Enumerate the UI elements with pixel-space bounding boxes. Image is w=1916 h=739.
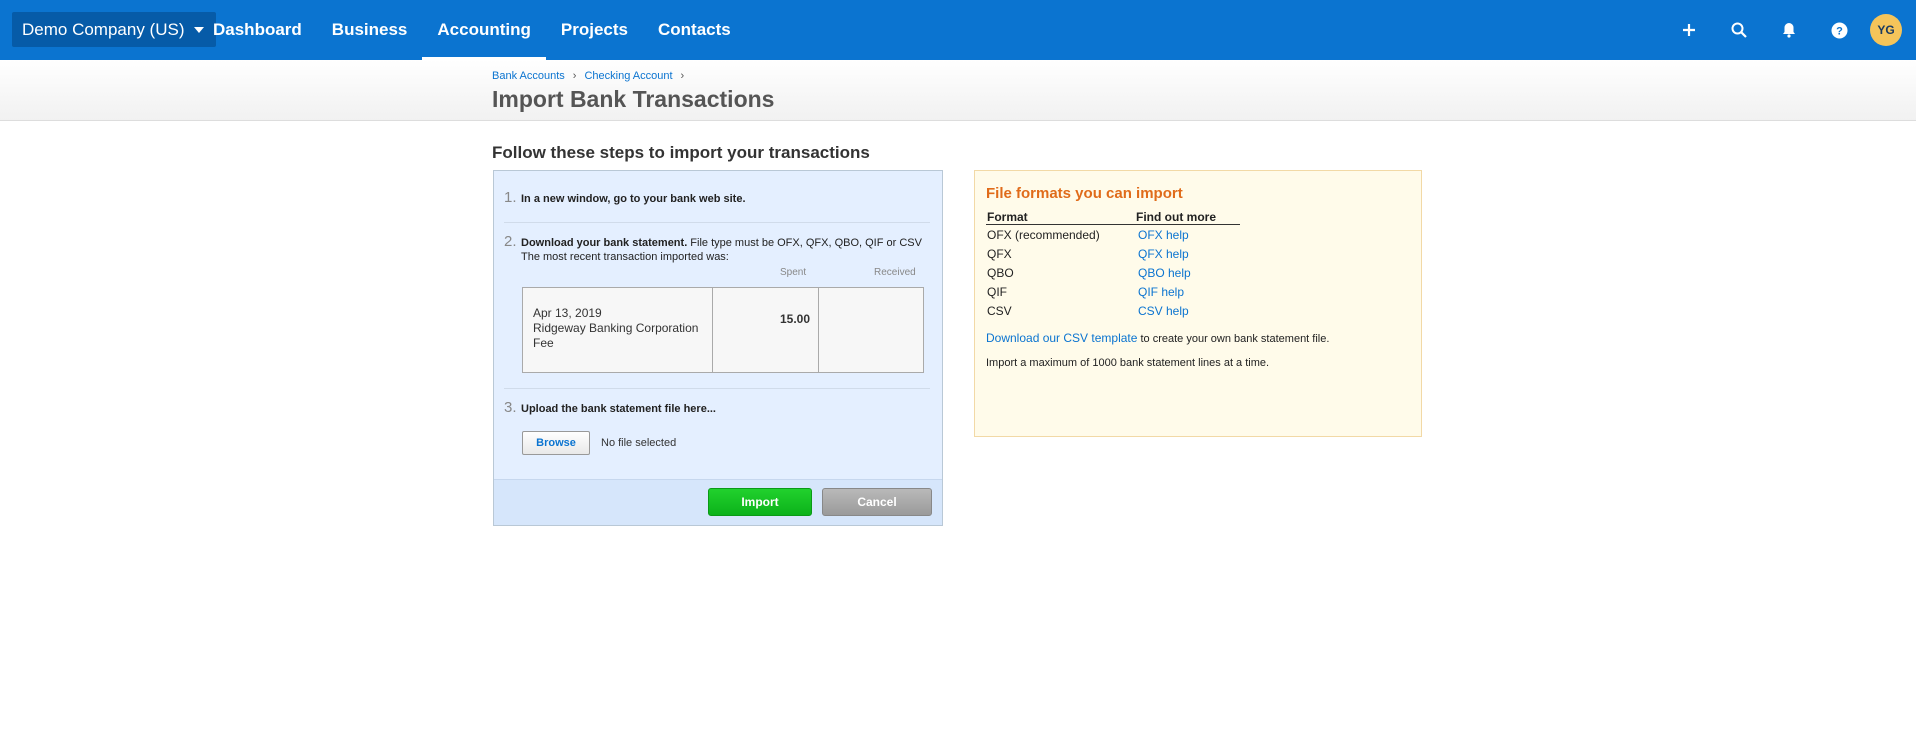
qif-help-link[interactable]: QIF help [1136, 285, 1184, 299]
qbo-help-link[interactable]: QBO help [1136, 266, 1191, 280]
steps-footer: Import Cancel [494, 479, 942, 525]
add-icon[interactable] [1664, 0, 1714, 60]
browse-button[interactable]: Browse [522, 431, 590, 455]
breadcrumb: Bank Accounts › Checking Account › [492, 70, 692, 82]
breadcrumb-separator-icon: › [572, 70, 577, 82]
step-number: 1. [504, 189, 517, 206]
csv-template-link[interactable]: Download our CSV template [986, 331, 1137, 345]
format-name: QBO [987, 265, 1014, 280]
transaction-date: Apr 13, 2019 [533, 306, 602, 320]
step-2-subtext: The most recent transaction imported was… [521, 251, 729, 263]
nav-business[interactable]: Business [317, 0, 423, 60]
file-formats-header: Format Find out more [986, 211, 1240, 225]
step-2-file-types: File type must be OFX, QFX, QBO, QIF or … [687, 237, 922, 249]
help-icon[interactable]: ? [1814, 0, 1864, 60]
format-name: QIF [987, 284, 1007, 299]
column-format-header: Format [987, 210, 1028, 224]
nav-projects[interactable]: Projects [546, 0, 643, 60]
column-spent-header: Spent [780, 267, 807, 278]
import-steps-panel: 1. In a new window, go to your bank web … [493, 170, 943, 526]
breadcrumb-bank-accounts[interactable]: Bank Accounts [492, 70, 565, 82]
transaction-description-cell: Apr 13, 2019 Ridgeway Banking Corporatio… [523, 288, 713, 372]
step-2-title: Download your bank statement. [521, 237, 688, 249]
nav-dashboard[interactable]: Dashboard [198, 0, 317, 60]
search-icon[interactable] [1714, 0, 1764, 60]
organization-switcher[interactable]: Demo Company (US) [12, 12, 216, 47]
page-header: Bank Accounts › Checking Account › Impor… [0, 60, 1916, 121]
format-name: CSV [987, 303, 1012, 318]
step-3-text: Upload the bank statement file here... [521, 403, 716, 415]
nav-contacts[interactable]: Contacts [643, 0, 746, 60]
import-limit-note: Import a maximum of 1000 bank statement … [986, 357, 1270, 369]
transaction-spent: 15.00 [713, 288, 819, 372]
transaction-received [819, 288, 923, 372]
table-row: QBO QBO help [986, 263, 1240, 282]
divider [504, 222, 930, 223]
file-formats-table: Format Find out more OFX (recommended) O… [986, 211, 1240, 320]
table-row: QIF QIF help [986, 282, 1240, 301]
steps-heading: Follow these steps to import your transa… [492, 143, 870, 162]
transaction-description: Ridgeway Banking Corporation Fee [533, 321, 699, 350]
table-row: OFX (recommended) OFX help [986, 225, 1240, 244]
file-status: No file selected [601, 437, 677, 449]
csv-template-note: Download our CSV template to create your… [986, 331, 1329, 345]
table-row: CSV CSV help [986, 301, 1240, 320]
ofx-help-link[interactable]: OFX help [1136, 228, 1189, 242]
breadcrumb-checking-account[interactable]: Checking Account [584, 70, 672, 82]
main-nav: Dashboard Business Accounting Projects C… [198, 0, 746, 60]
page-title: Import Bank Transactions [492, 86, 775, 112]
file-formats-panel: File formats you can import Format Find … [974, 170, 1422, 437]
step-number: 3. [504, 399, 517, 416]
column-more-header: Find out more [1136, 210, 1216, 224]
bell-icon[interactable] [1764, 0, 1814, 60]
divider [504, 388, 930, 389]
table-row: QFX QFX help [986, 244, 1240, 263]
top-nav-bar: Demo Company (US) Dashboard Business Acc… [0, 0, 1916, 60]
last-transaction-table: Apr 13, 2019 Ridgeway Banking Corporatio… [522, 287, 924, 373]
top-icons: ? YG [1664, 0, 1902, 60]
file-formats-title: File formats you can import [986, 185, 1183, 202]
format-name: OFX (recommended) [987, 227, 1100, 242]
format-name: QFX [987, 246, 1012, 261]
breadcrumb-separator-icon: › [680, 70, 685, 82]
svg-text:?: ? [1836, 25, 1843, 37]
organization-name: Demo Company (US) [22, 19, 185, 39]
csv-help-link[interactable]: CSV help [1136, 304, 1189, 318]
cancel-button[interactable]: Cancel [822, 488, 932, 516]
qfx-help-link[interactable]: QFX help [1136, 247, 1189, 261]
csv-template-suffix: to create your own bank statement file. [1137, 333, 1330, 345]
step-number: 2. [504, 233, 517, 250]
step-1-text: In a new window, go to your bank web sit… [521, 193, 746, 205]
column-received-header: Received [874, 267, 916, 278]
import-button[interactable]: Import [708, 488, 812, 516]
nav-accounting[interactable]: Accounting [422, 0, 546, 60]
user-avatar[interactable]: YG [1870, 14, 1902, 46]
